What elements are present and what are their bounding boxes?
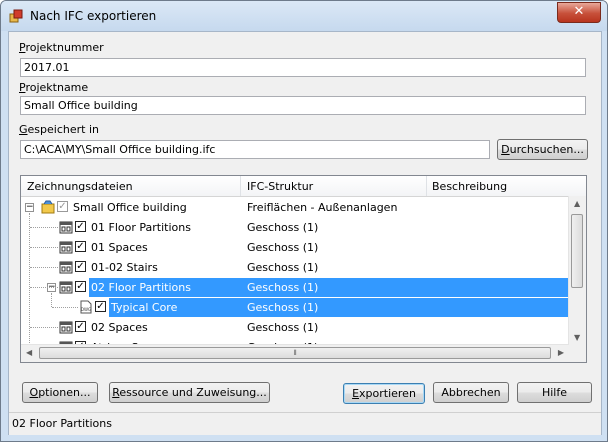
construct-icon (59, 260, 73, 274)
export-checkbox[interactable]: ✓ (75, 321, 86, 332)
save-path-field[interactable]: C:\ACA\MY\Small Office building.ifc (20, 140, 490, 159)
tree-connector (30, 327, 58, 328)
export-ifc-dialog: Nach IFC exportieren ✕ Projektnummer 201… (0, 0, 608, 442)
scroll-down-icon[interactable]: ▼ (574, 333, 580, 342)
collapse-icon[interactable]: − (25, 203, 34, 212)
export-checkbox[interactable]: ✓ (95, 301, 106, 312)
ifc-structure-value[interactable]: Geschoss (1) (247, 281, 318, 294)
dialog-body: Projektnummer 2017.01 Projektname Small … (8, 31, 602, 435)
construct-icon (59, 220, 73, 234)
dwg-file-icon: DWG (79, 300, 93, 314)
ifc-structure-value[interactable]: Geschoss (1) (247, 261, 318, 274)
export-checkbox[interactable]: ✓ (75, 221, 86, 232)
tree-connector (30, 227, 58, 228)
title-bar[interactable]: Nach IFC exportieren ✕ (1, 1, 607, 31)
tree-connector (30, 247, 58, 248)
drawing-name: 01-02 Stairs (91, 261, 158, 274)
column-header: Zeichnungsdateien IFC-Struktur Beschreib… (21, 176, 586, 197)
scroll-right-icon[interactable]: ▶ (558, 348, 564, 357)
resource-assignment-button[interactable]: Ressource und Zuweisung... (109, 382, 270, 403)
drawing-name: Small Office building (73, 201, 187, 214)
projektname-field[interactable]: Small Office building (20, 96, 586, 115)
svg-text:DWG: DWG (81, 307, 91, 312)
drawing-name: Typical Core (111, 301, 178, 314)
column-drawing-files[interactable]: Zeichnungsdateien (27, 180, 133, 193)
ifc-structure-value[interactable]: Geschoss (1) (247, 321, 318, 334)
app-icon (9, 9, 23, 23)
vertical-scrollbar[interactable]: ▲ ▼ (568, 196, 586, 345)
ifc-structure-value[interactable]: Freiflächen - Außenanlagen (247, 201, 397, 214)
tree-row[interactable]: DWG ✓ Typical Core Geschoss (1) (21, 297, 570, 317)
projektnummer-field[interactable]: 2017.01 (20, 58, 586, 77)
tree-row[interactable]: ✓ 02 Spaces Geschoss (1) (21, 317, 570, 337)
column-description[interactable]: Beschreibung (432, 180, 507, 193)
scroll-up-icon[interactable]: ▲ (574, 199, 580, 208)
tree-connector (30, 287, 58, 288)
project-icon (41, 200, 55, 214)
drawing-name: 01 Floor Partitions (91, 221, 191, 234)
options-button[interactable]: Optionen... (22, 382, 98, 403)
tree-row[interactable]: ✓ 01 Spaces Geschoss (1) (21, 237, 570, 257)
export-checkbox[interactable]: ✓ (57, 201, 68, 212)
drawing-name: 02 Spaces (91, 321, 148, 334)
projektnummer-label: Projektnummer (19, 41, 104, 54)
tree-row[interactable]: − ✓ 02 Floor Partitions Geschoss (1) (21, 277, 570, 297)
horizontal-scrollbar[interactable]: ◀ ⦀ ▶ (21, 344, 569, 362)
status-text: 02 Floor Partitions (12, 417, 112, 430)
drawing-files-tree[interactable]: Zeichnungsdateien IFC-Struktur Beschreib… (20, 175, 587, 363)
ifc-structure-value[interactable]: Geschoss (1) (247, 241, 318, 254)
export-checkbox[interactable]: ✓ (75, 241, 86, 252)
close-button[interactable]: ✕ (557, 2, 601, 23)
window-title: Nach IFC exportieren (30, 9, 157, 23)
ifc-structure-value[interactable]: Geschoss (1) (247, 221, 318, 234)
scroll-left-icon[interactable]: ◀ (26, 348, 32, 357)
construct-icon (59, 280, 73, 294)
gespeichert-label: Gespeichert in (19, 123, 99, 136)
tree-row[interactable]: ✓ 01-02 Stairs Geschoss (1) (21, 257, 570, 277)
drawing-name: 02 Floor Partitions (91, 281, 191, 294)
vertical-scroll-thumb[interactable] (571, 214, 583, 288)
horizontal-scroll-thumb[interactable]: ⦀ (39, 347, 551, 359)
construct-icon (59, 320, 73, 334)
ifc-structure-value[interactable]: Geschoss (1) (247, 301, 318, 314)
construct-icon (59, 240, 73, 254)
status-bar: 02 Floor Partitions (9, 412, 601, 435)
tree-row[interactable]: ✓ 01 Floor Partitions Geschoss (1) (21, 217, 570, 237)
export-checkbox[interactable]: ✓ (75, 281, 86, 292)
browse-button[interactable]: Durchsuchen... (497, 139, 588, 160)
tree-connector (29, 213, 30, 362)
help-button[interactable]: Hilfe (517, 382, 592, 403)
column-ifc-structure[interactable]: IFC-Struktur (247, 180, 313, 193)
tree-connector (51, 293, 52, 307)
tree-row[interactable]: − ✓ Small Office building Freiflächen - Auß… (21, 197, 570, 217)
tree-connector (30, 267, 58, 268)
cancel-button[interactable]: Abbrechen (433, 382, 509, 403)
projektname-label: Projektname (19, 81, 89, 94)
drawing-name: 01 Spaces (91, 241, 148, 254)
tree-connector (52, 307, 78, 308)
export-button[interactable]: Exportieren (343, 383, 425, 404)
export-checkbox[interactable]: ✓ (75, 261, 86, 272)
